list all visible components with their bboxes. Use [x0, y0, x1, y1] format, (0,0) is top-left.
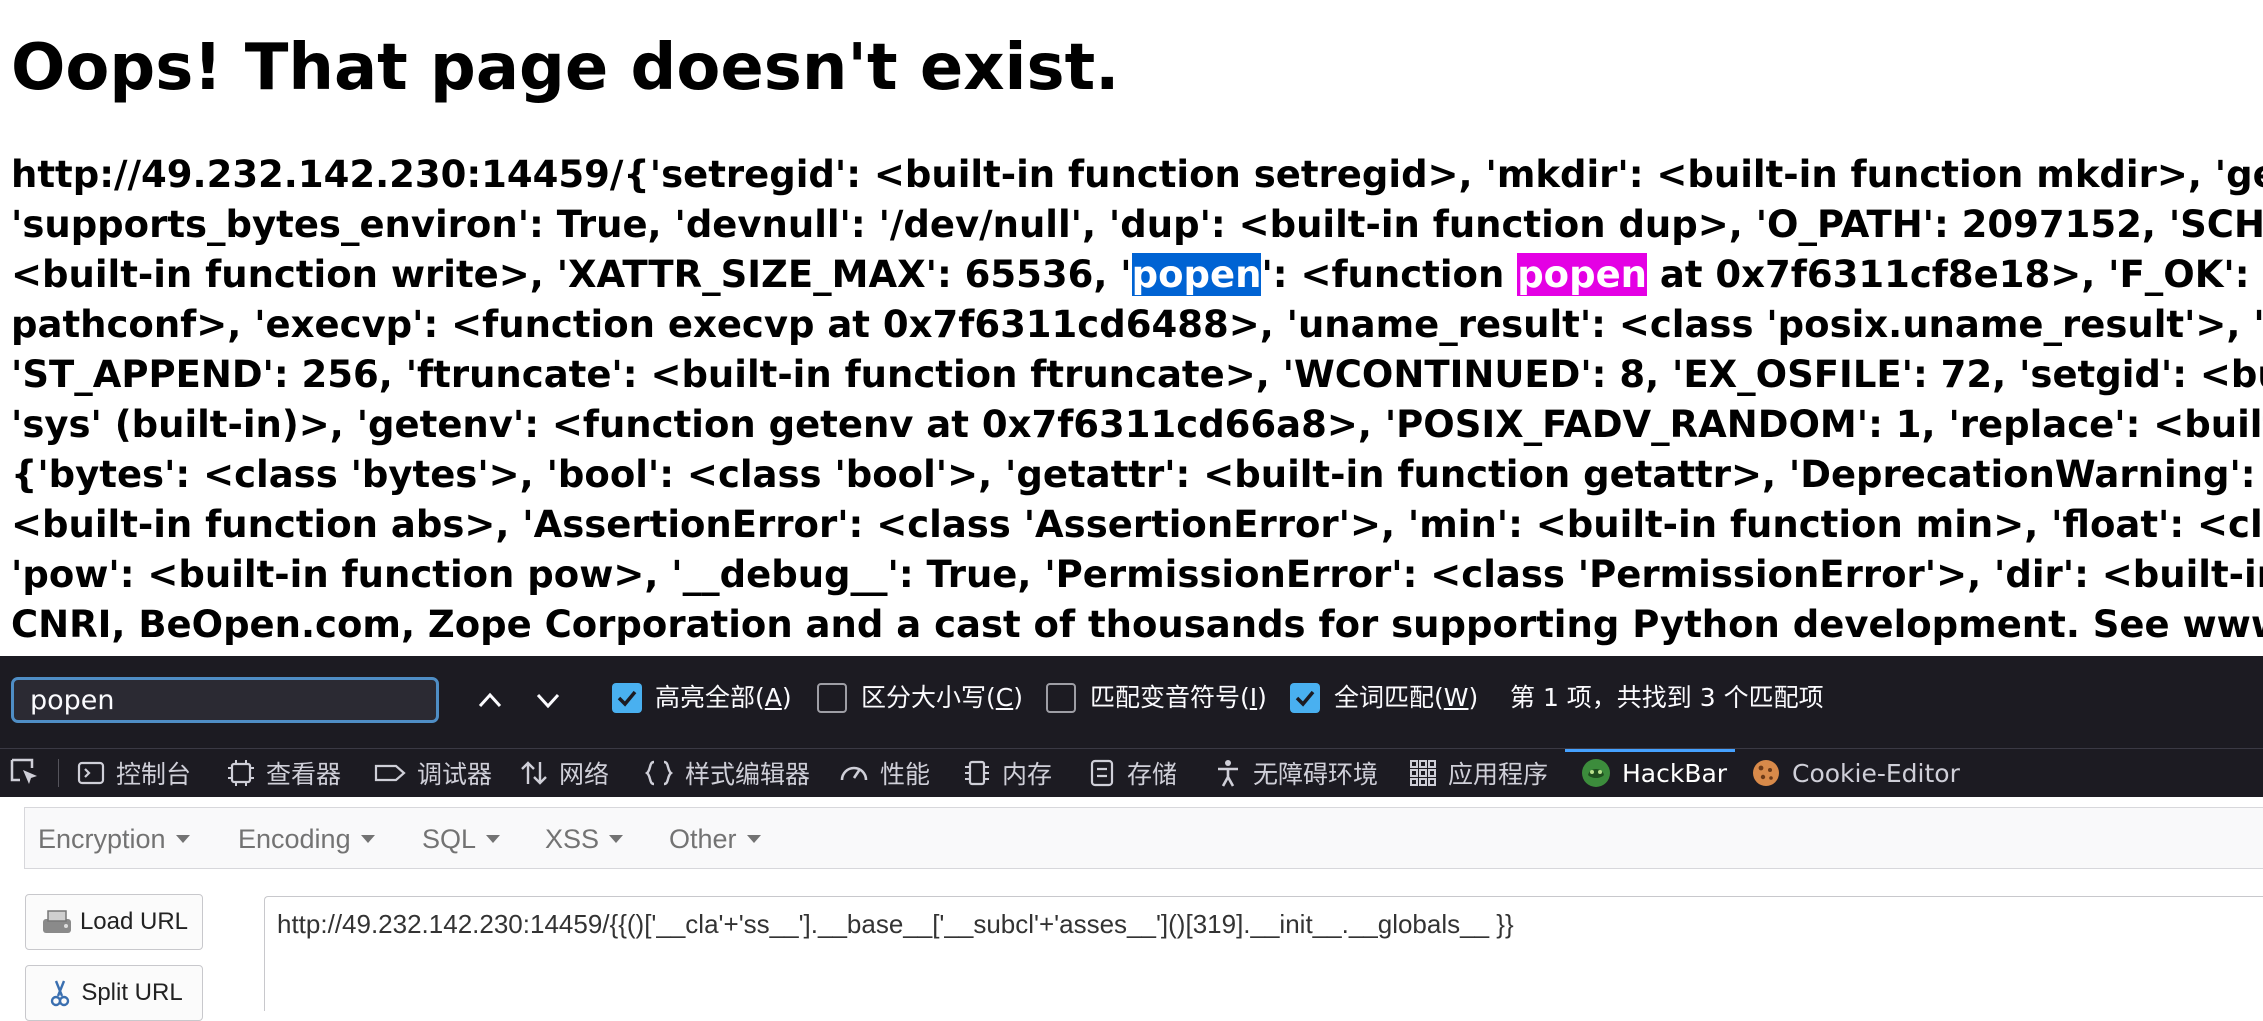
tab-network[interactable]: 网络 — [519, 749, 609, 797]
tab-inspector[interactable]: 查看器 — [226, 749, 341, 797]
globals-dump-text: http://49.232.142.230:14459/{'setregid':… — [11, 150, 2263, 650]
hackbar-panel: Encryption Encoding SQL XSS Other Load U… — [0, 797, 2263, 1021]
tab-style-editor[interactable]: 样式编辑器 — [643, 749, 810, 797]
chevron-down-icon — [746, 835, 761, 843]
hackbar-icon — [1582, 759, 1610, 787]
find-input[interactable] — [11, 677, 439, 723]
tab-storage[interactable]: 存储 — [1087, 749, 1177, 797]
debugger-icon — [374, 764, 406, 782]
dump-line: 'supports_bytes_environ': True, 'devnull… — [11, 203, 2263, 246]
find-match-current: popen — [1131, 253, 1262, 296]
accessibility-icon — [1218, 760, 1238, 787]
match-diacritics-checkbox[interactable] — [1046, 683, 1076, 713]
chevron-down-icon — [360, 835, 375, 843]
memory-icon — [965, 760, 989, 786]
dump-line: pathconf>, 'execvp': <function execvp at… — [11, 303, 2263, 346]
match-case-checkbox[interactable] — [817, 683, 847, 713]
performance-icon — [840, 766, 868, 781]
menu-other[interactable]: Other — [669, 808, 761, 870]
dump-line: 'sys' (built-in)>, 'getenv': <function g… — [11, 403, 2263, 446]
dump-line: 'pow': <built-in function pow>, '__debug… — [11, 553, 2263, 596]
find-match-highlight: popen — [1517, 253, 1648, 296]
menu-sql[interactable]: SQL — [422, 808, 501, 870]
element-picker-icon — [10, 758, 37, 784]
cookie-icon — [1753, 760, 1779, 786]
menu-encoding[interactable]: Encoding — [238, 808, 375, 870]
find-previous-icon[interactable] — [470, 680, 510, 720]
tab-console[interactable]: 控制台 — [76, 749, 191, 797]
url-textarea[interactable]: http://49.232.142.230:14459/{{()['__cla'… — [264, 896, 2263, 1011]
find-next-icon[interactable] — [528, 680, 568, 720]
highlight-all-checkbox[interactable] — [612, 683, 642, 713]
inspector-icon — [228, 760, 254, 786]
dump-line: 'ST_APPEND': 256, 'ftruncate': <built-in… — [11, 353, 2263, 396]
highlight-all-label[interactable]: 高亮全部(A) — [655, 682, 792, 714]
element-picker-button[interactable] — [8, 749, 52, 797]
dump-line: CNRI, BeOpen.com, Zope Corporation and a… — [11, 603, 2263, 646]
dump-line: {'bytes': <class 'bytes'>, 'bool': <clas… — [11, 453, 2256, 496]
chevron-down-icon — [175, 835, 190, 843]
chevron-down-icon — [486, 835, 501, 843]
match-diacritics-label[interactable]: 匹配变音符号(I) — [1090, 682, 1267, 714]
tab-accessibility[interactable]: 无障碍环境 — [1213, 749, 1378, 797]
console-icon — [77, 761, 105, 785]
load-url-icon — [42, 910, 71, 933]
load-url-button[interactable]: Load URL — [25, 894, 203, 950]
tab-cookie-editor[interactable]: Cookie-Editor — [1750, 749, 1960, 797]
tab-memory[interactable]: 内存 — [962, 749, 1052, 797]
menu-xss[interactable]: XSS — [545, 808, 624, 870]
dump-line: http://49.232.142.230:14459/{'setregid':… — [11, 153, 2263, 196]
dump-line: <built-in function write>, 'XATTR_SIZE_M… — [11, 253, 2263, 296]
devtools-toolbar: 控制台 查看器 调试器 网络 样式编辑器 性能 内存 存储 无障碍环境 应用程序… — [0, 748, 2263, 797]
tab-performance[interactable]: 性能 — [838, 749, 930, 797]
find-match-status: 第 1 项，共找到 3 个匹配项 — [1510, 683, 1824, 712]
chevron-down-icon — [609, 835, 624, 843]
network-icon — [521, 761, 547, 785]
style-editor-icon — [645, 760, 673, 786]
whole-words-checkbox[interactable] — [1290, 683, 1320, 713]
whole-words-label[interactable]: 全词匹配(W) — [1334, 682, 1478, 714]
match-case-label[interactable]: 区分大小写(C) — [861, 682, 1023, 714]
tab-application[interactable]: 应用程序 — [1408, 749, 1548, 797]
dump-line: <built-in function abs>, 'AssertionError… — [11, 503, 2263, 546]
menu-encryption[interactable]: Encryption — [38, 808, 190, 870]
tab-hackbar[interactable]: HackBar — [1580, 749, 1727, 797]
find-bar: 高亮全部(A) 区分大小写(C) 匹配变音符号(I) 全词匹配(W) 第 1 项… — [0, 656, 2263, 748]
storage-icon — [1090, 759, 1114, 787]
hackbar-menu: Encryption Encoding SQL XSS Other — [24, 807, 2263, 869]
split-url-button[interactable]: Split URL — [25, 965, 203, 1021]
page-title: Oops! That page doesn't exist. — [11, 31, 1120, 105]
scissors-icon — [51, 980, 70, 1007]
application-icon — [1410, 760, 1436, 786]
tab-debugger[interactable]: 调试器 — [373, 749, 492, 797]
